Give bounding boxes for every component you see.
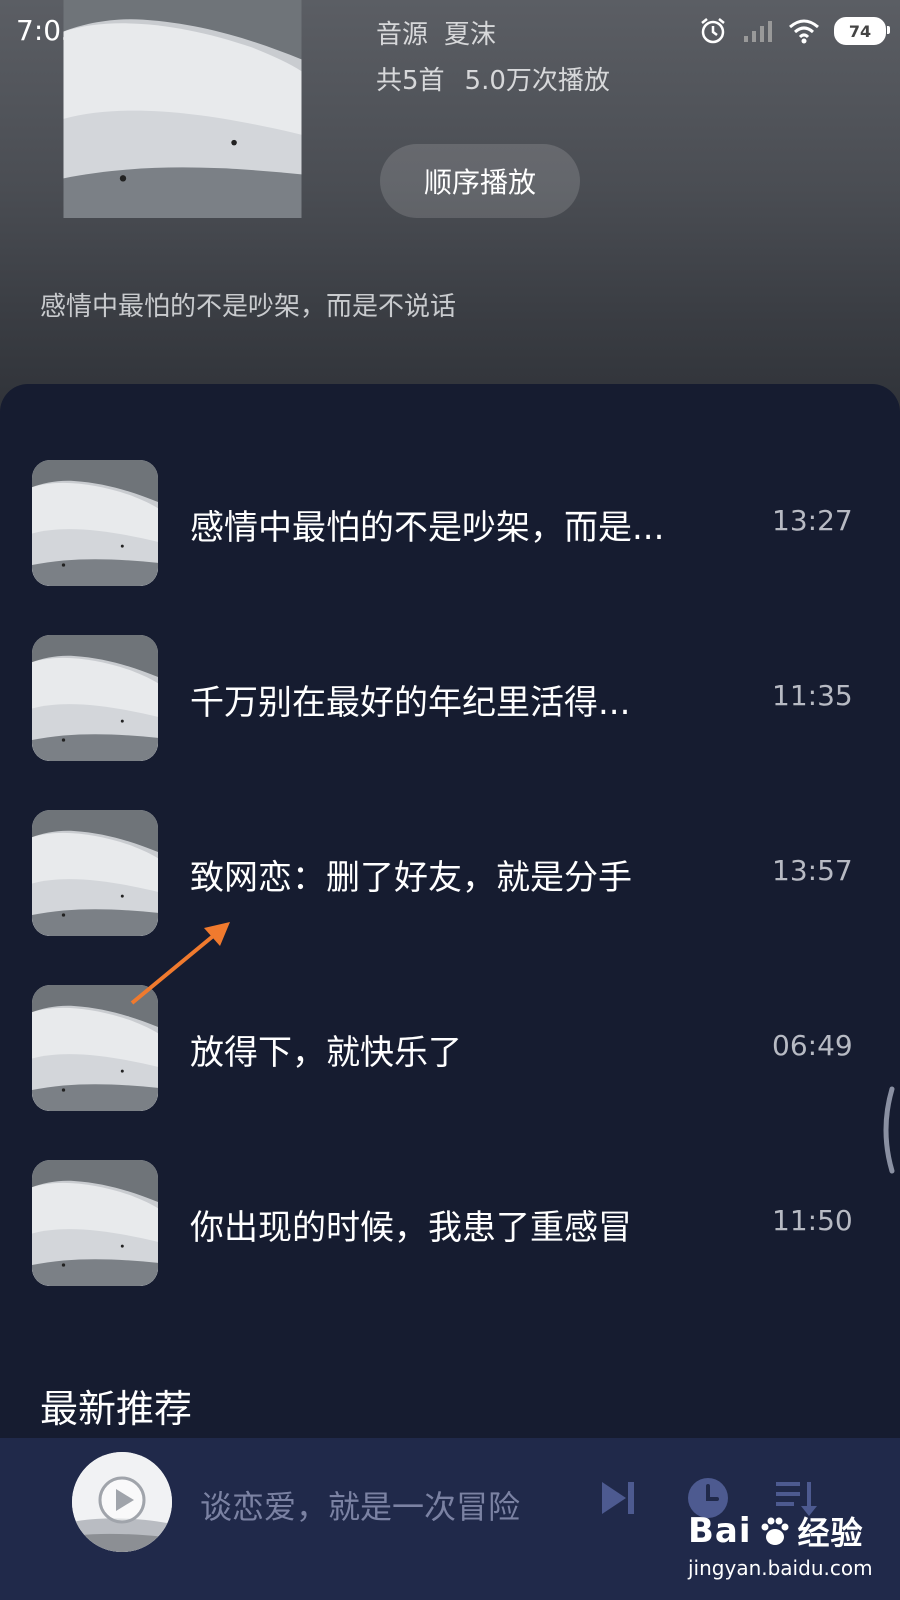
track-duration: 13:57 [772,854,853,887]
status-icons: 74 [698,14,890,48]
track-row[interactable]: 放得下，就快乐了 06:49 [0,985,900,1115]
watermark-url: jingyan.baidu.com [688,1556,873,1580]
paw-icon [761,1517,789,1545]
track-duration: 11:50 [772,1204,853,1237]
track-thumbnail [32,635,158,761]
album-cover[interactable] [40,0,325,218]
track-thumbnail [32,985,158,1111]
source-name[interactable]: 夏沫 [444,20,496,50]
track-title: 致网恋：删了好友，就是分手 [190,858,632,898]
recommend-section-title: 最新推荐 [40,1387,193,1431]
next-track-icon[interactable] [598,1478,638,1518]
track-thumbnail [32,1160,158,1286]
play-order-button[interactable]: 顺序播放 [380,144,580,218]
track-row[interactable]: 感情中最怕的不是吵架，而是... 13:27 [0,460,900,590]
battery-indicator: 74 [834,17,890,45]
source-label: 音源 [376,20,429,50]
track-duration: 06:49 [772,1029,853,1062]
track-count: 共5首 [376,66,445,96]
track-title: 放得下，就快乐了 [190,1033,462,1073]
track-row[interactable]: 致网恋：删了好友，就是分手 13:57 [0,810,900,940]
album-header: 7:03 74 音源 夏沫 共5首 5.0万次播放 顺序播放 感情中最怕的不是吵… [0,0,900,420]
album-source: 音源 夏沫 [376,14,512,51]
watermark-suffix: 经验 [797,1514,864,1552]
track-title: 千万别在最好的年纪里活得... [190,683,631,723]
track-row[interactable]: 你出现的时候，我患了重感冒 11:50 [0,1160,900,1290]
album-cover-image [40,0,325,218]
now-playing-cover[interactable] [72,1452,172,1552]
track-row[interactable]: 千万别在最好的年纪里活得... 11:35 [0,635,900,765]
track-title: 你出现的时候，我患了重感冒 [190,1208,632,1248]
track-thumbnail [32,460,158,586]
signal-icon [744,21,772,42]
album-description: 感情中最怕的不是吵架，而是不说话 [40,292,457,322]
baidu-jingyan-watermark: Bai 经验 jingyan.baidu.com [688,1508,873,1580]
play-count: 5.0万次播放 [464,66,610,96]
track-thumbnail [32,810,158,936]
watermark-brand: Bai [688,1511,752,1551]
track-title: 感情中最怕的不是吵架，而是... [190,508,665,548]
now-playing-title[interactable]: 谈恋爱，就是一次冒险 [200,1482,520,1528]
track-duration: 11:35 [772,679,853,712]
alarm-icon [701,18,725,44]
album-stats: 共5首 5.0万次播放 [376,60,630,97]
track-duration: 13:27 [772,504,853,537]
scroll-handle[interactable] [878,1085,896,1175]
wifi-icon [789,19,819,44]
